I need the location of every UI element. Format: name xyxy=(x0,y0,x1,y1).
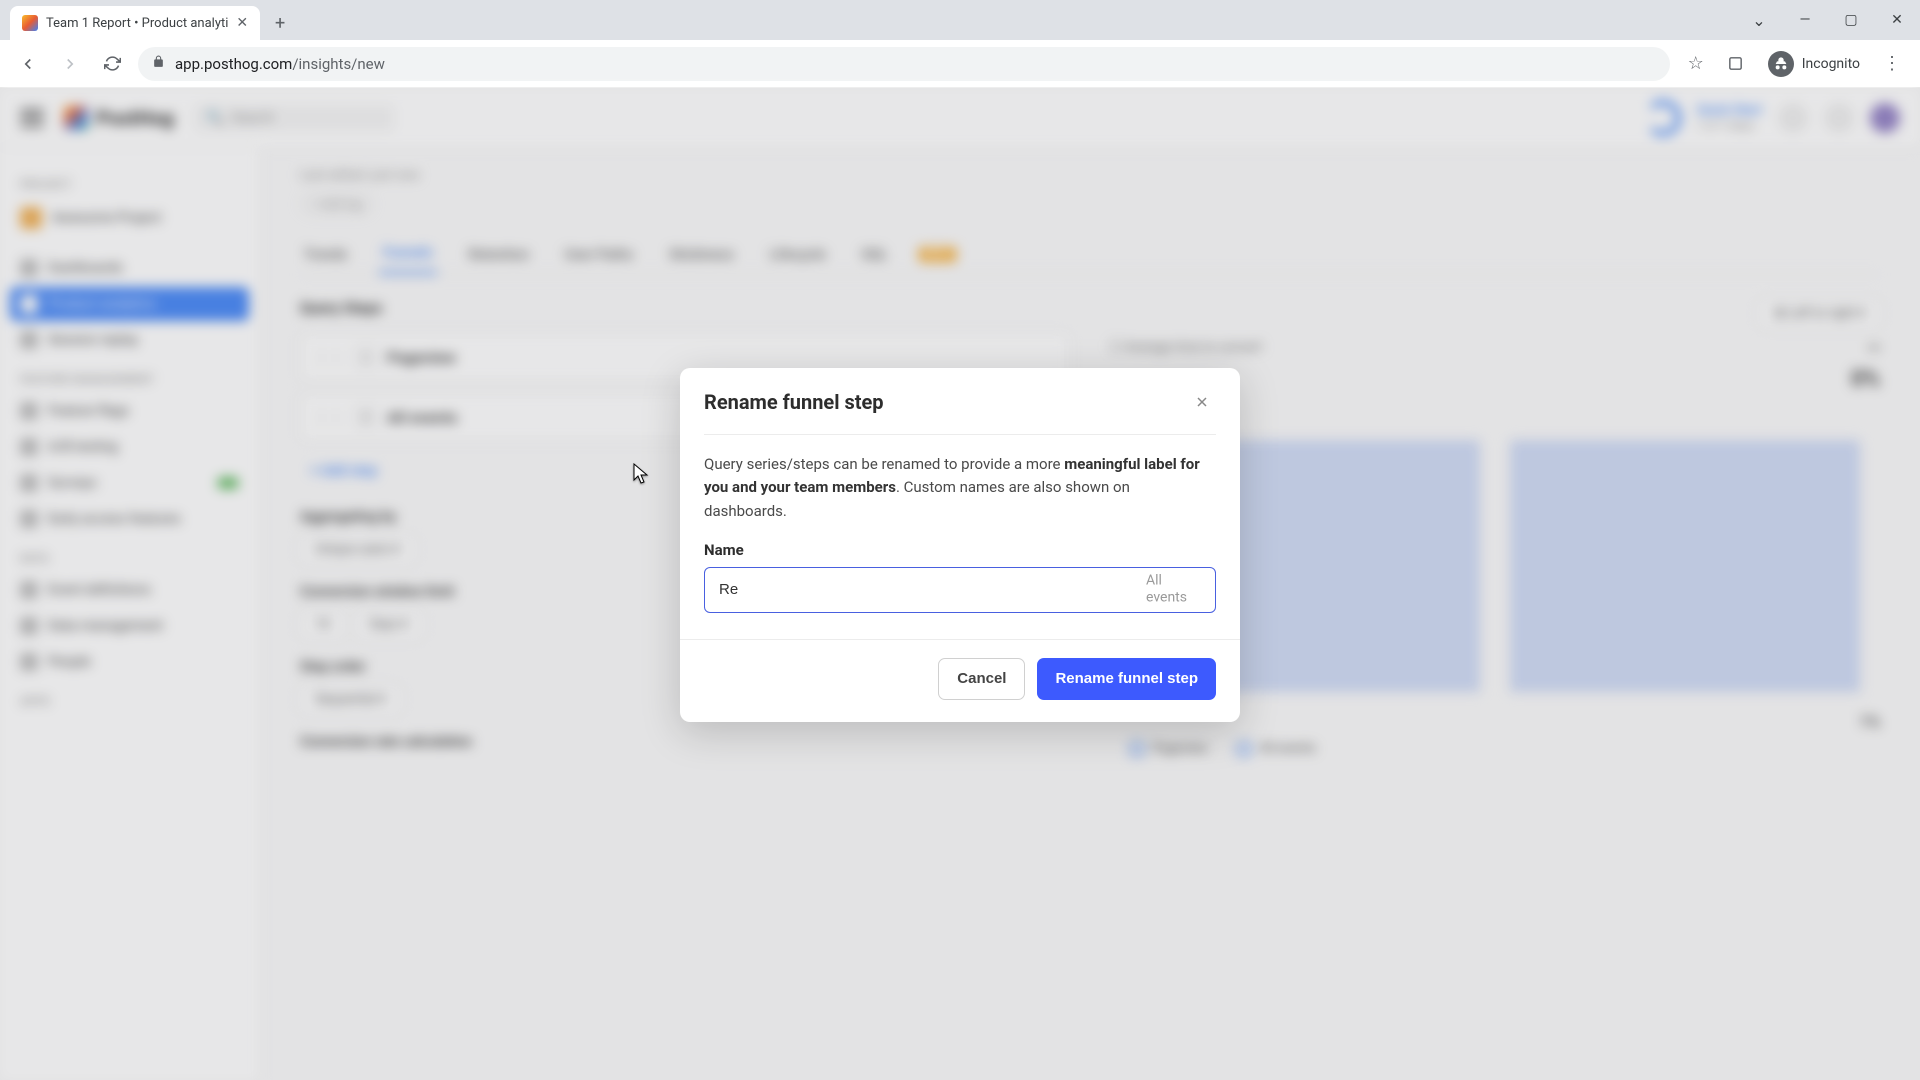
url-text: app.posthog.com/insights/new xyxy=(175,55,385,73)
browser-menu-icon[interactable]: ⋮ xyxy=(1876,53,1908,74)
close-icon xyxy=(1194,394,1210,410)
tab-close-icon[interactable]: ✕ xyxy=(236,15,248,31)
tab-search-icon[interactable]: ⌄ xyxy=(1736,4,1782,36)
tab-bar: Team 1 Report • Product analyti ✕ + ⌄ ― … xyxy=(0,0,1920,40)
close-window-button[interactable]: ✕ xyxy=(1874,4,1920,36)
rename-funnel-step-button[interactable]: Rename funnel step xyxy=(1037,658,1216,700)
forward-button[interactable] xyxy=(54,48,86,80)
back-button[interactable] xyxy=(12,48,44,80)
maximize-button[interactable]: ▢ xyxy=(1828,4,1874,36)
modal-description: Query series/steps can be renamed to pro… xyxy=(704,453,1216,523)
incognito-icon xyxy=(1768,51,1794,77)
url-field[interactable]: app.posthog.com/insights/new xyxy=(138,47,1670,81)
incognito-label: Incognito xyxy=(1802,56,1860,72)
window-controls: ⌄ ― ▢ ✕ xyxy=(1736,0,1920,40)
name-input-placeholder: All events xyxy=(1146,572,1202,607)
name-input-wrapper: All events xyxy=(704,567,1216,613)
cancel-button[interactable]: Cancel xyxy=(938,658,1025,700)
minimize-button[interactable]: ― xyxy=(1782,4,1828,36)
modal-body: Query series/steps can be renamed to pro… xyxy=(680,435,1240,635)
rename-funnel-step-modal: Rename funnel step Query series/steps ca… xyxy=(680,368,1240,722)
new-tab-button[interactable]: + xyxy=(266,9,294,37)
modal-header: Rename funnel step xyxy=(680,368,1240,434)
app-viewport: PostHog 🔍 Search Quick Start1 of 7 steps… xyxy=(0,88,1920,1080)
lock-icon xyxy=(152,55,165,72)
incognito-indicator[interactable]: Incognito xyxy=(1760,47,1868,81)
address-bar: app.posthog.com/insights/new ☆ Incognito… xyxy=(0,40,1920,88)
browser-chrome: Team 1 Report • Product analyti ✕ + ⌄ ― … xyxy=(0,0,1920,88)
modal-overlay[interactable]: Rename funnel step Query series/steps ca… xyxy=(0,88,1920,1080)
modal-footer: Cancel Rename funnel step xyxy=(680,639,1240,722)
modal-title: Rename funnel step xyxy=(704,390,884,414)
tab-title: Team 1 Report • Product analyti xyxy=(46,16,228,31)
browser-tab[interactable]: Team 1 Report • Product analyti ✕ xyxy=(10,6,260,40)
name-input[interactable] xyxy=(704,567,1216,613)
extensions-icon[interactable] xyxy=(1720,48,1752,80)
bookmark-icon[interactable]: ☆ xyxy=(1680,48,1712,80)
tab-favicon xyxy=(22,15,38,31)
modal-close-button[interactable] xyxy=(1188,388,1216,416)
reload-button[interactable] xyxy=(96,48,128,80)
name-label: Name xyxy=(704,541,1216,559)
